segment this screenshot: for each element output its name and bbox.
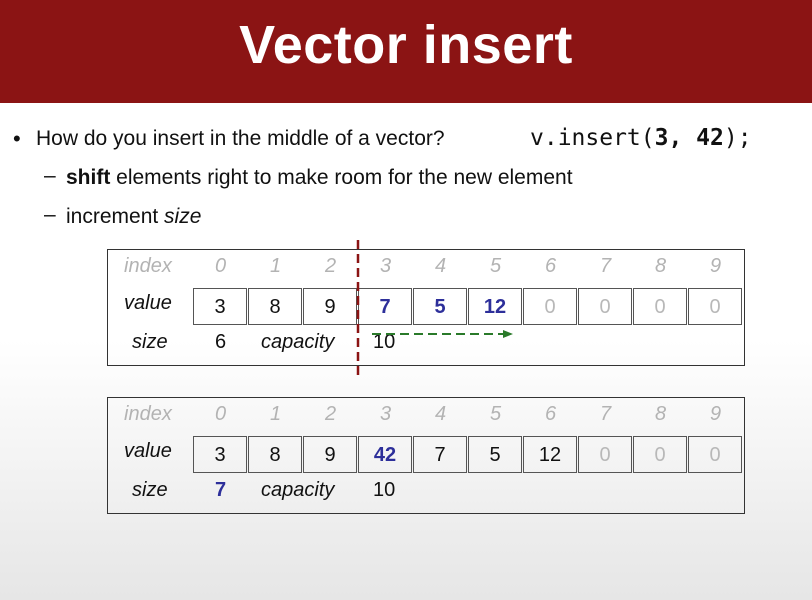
shift-overlay bbox=[356, 240, 513, 376]
shift-arrow-head bbox=[503, 330, 513, 338]
